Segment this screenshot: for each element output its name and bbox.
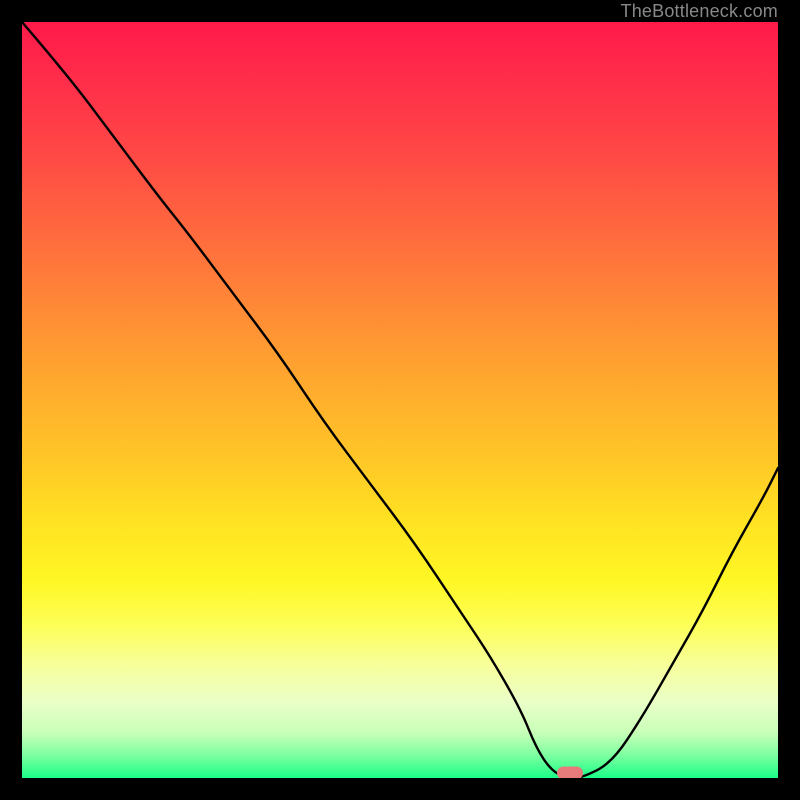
plot-area: [22, 22, 778, 778]
watermark-text: TheBottleneck.com: [621, 0, 778, 22]
bottleneck-curve: [22, 22, 778, 778]
optimal-marker: [557, 767, 583, 779]
chart-frame: TheBottleneck.com: [0, 0, 800, 800]
